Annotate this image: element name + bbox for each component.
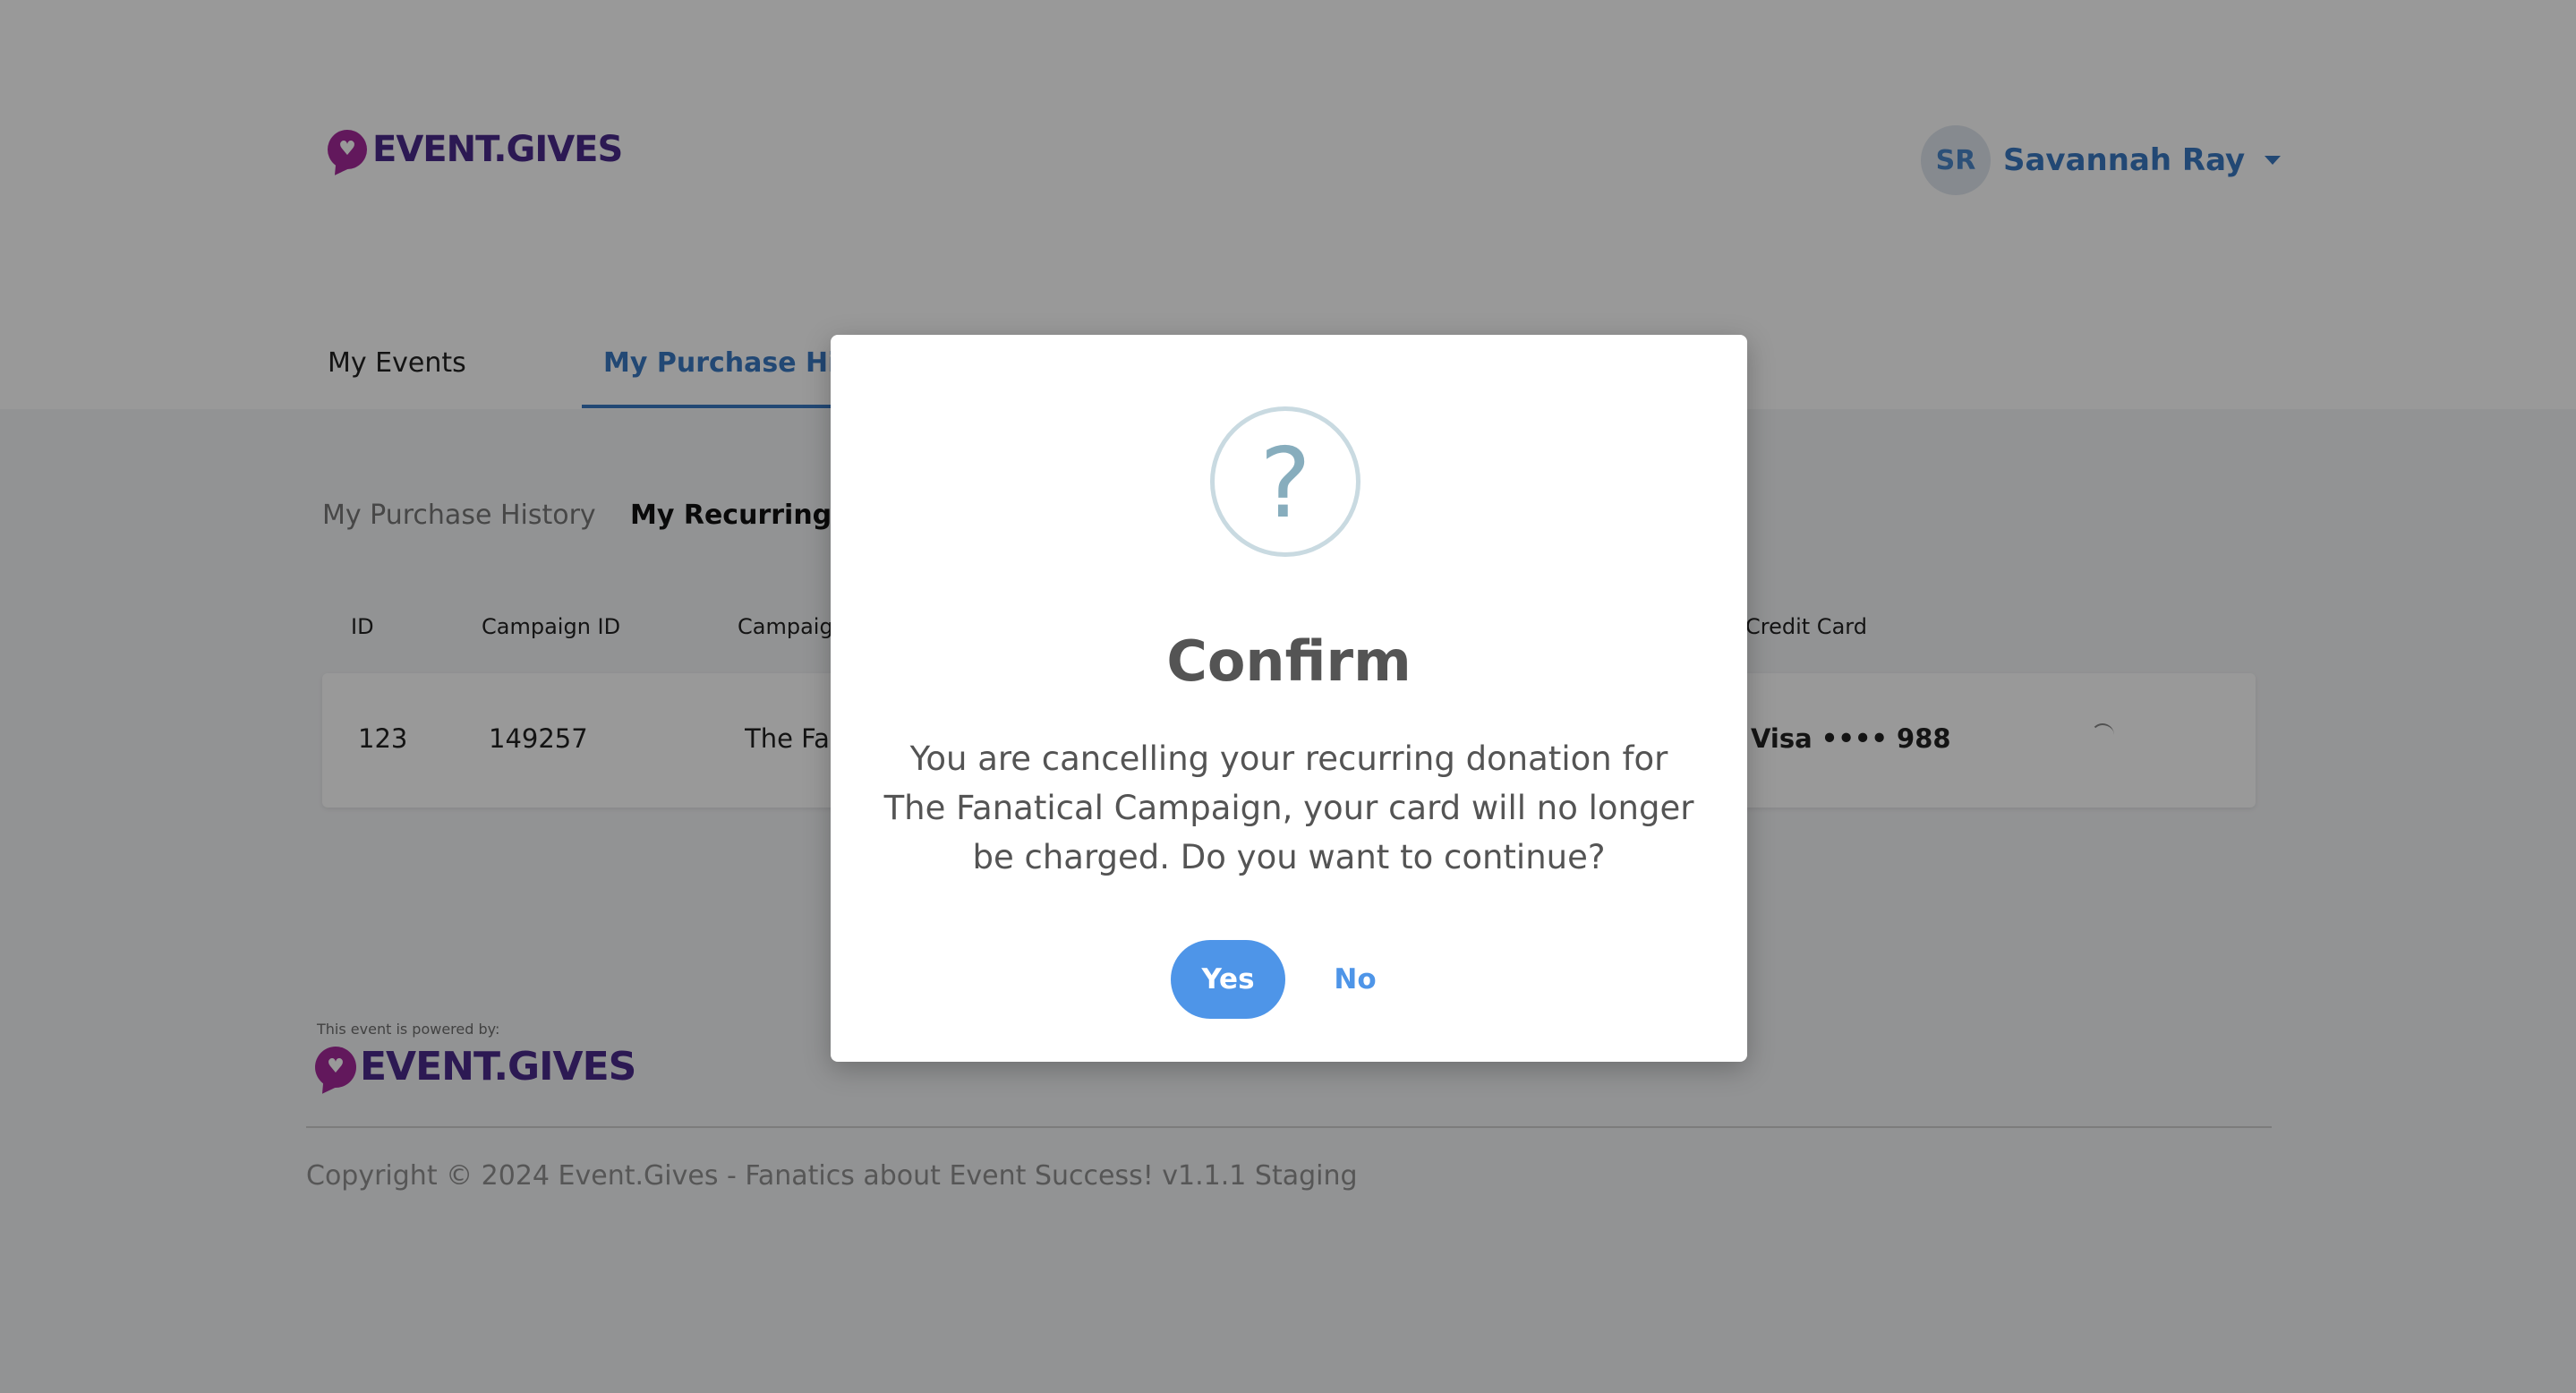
no-button[interactable]: No [1310, 940, 1400, 1019]
dialog-title: Confirm [1166, 628, 1412, 694]
question-glyph: ? [1259, 428, 1311, 540]
yes-button[interactable]: Yes [1171, 940, 1285, 1019]
confirm-dialog: ? Confirm You are cancelling your recurr… [831, 335, 1747, 1062]
dialog-message: You are cancelling your recurring donati… [883, 739, 1694, 876]
question-icon: ? [1210, 406, 1361, 557]
